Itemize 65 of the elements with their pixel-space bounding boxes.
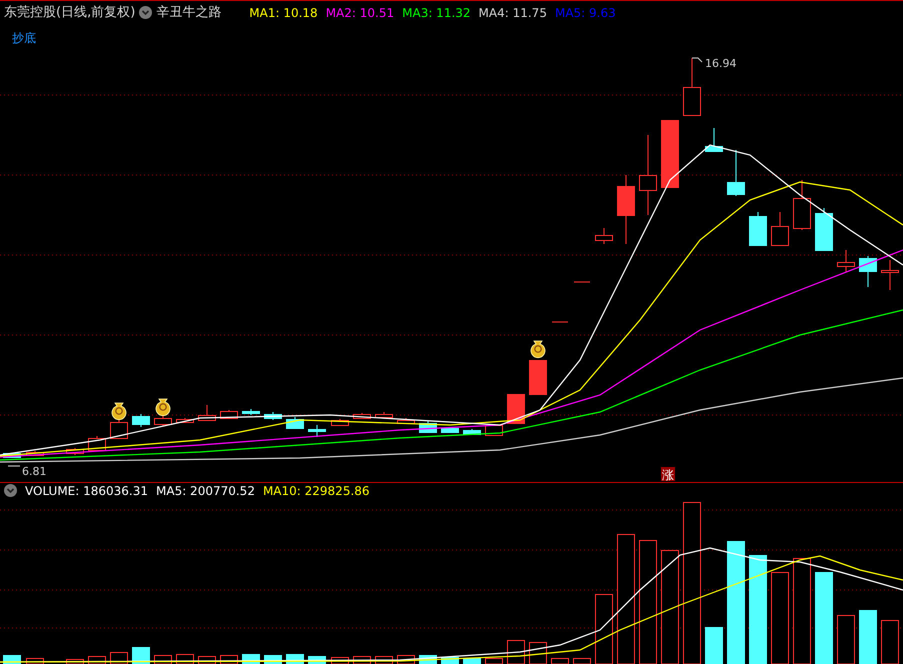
candlestick xyxy=(727,150,745,196)
candlestick xyxy=(815,208,833,252)
money-bag-icon xyxy=(112,402,126,420)
low-price-label: 6.81 xyxy=(8,464,49,478)
chart-title: 东莞控股(日线,前复权) xyxy=(4,4,136,22)
volume-bar xyxy=(859,610,877,664)
candlestick xyxy=(26,450,44,456)
volume-bar xyxy=(507,640,525,664)
volume-bar xyxy=(573,658,591,664)
candlestick xyxy=(375,412,393,418)
candlestick xyxy=(132,414,150,428)
volume-bar xyxy=(881,620,899,664)
candlestick xyxy=(198,404,216,422)
volume-bar xyxy=(485,658,503,664)
high-price-label: 16.94 xyxy=(692,57,736,70)
volume-bar xyxy=(463,658,481,664)
candlestick xyxy=(397,418,415,424)
candlestick xyxy=(176,418,194,424)
candlestick xyxy=(154,414,172,426)
candlestick xyxy=(683,58,701,116)
volume-bar xyxy=(837,615,855,664)
volume-value: VOLUME: 186036.31 xyxy=(25,482,148,500)
dropdown-icon[interactable] xyxy=(4,484,17,497)
candlestick xyxy=(308,424,326,438)
candlestick xyxy=(264,412,282,420)
candlestick xyxy=(837,250,855,272)
ma-value: MA1: 10.18 xyxy=(249,4,318,22)
volume-value: MA5: 200770.52 xyxy=(156,482,255,500)
indicator-name: 辛丑牛之路 xyxy=(156,4,222,22)
ma-value: MA5: 9.63 xyxy=(554,4,616,22)
volume-bar xyxy=(66,659,84,664)
volume-value: MA10: 229825.86 xyxy=(262,482,370,500)
candlestick xyxy=(441,426,459,434)
money-bag-icon xyxy=(530,340,546,358)
dropdown-icon[interactable] xyxy=(139,6,152,19)
candlestick xyxy=(881,260,899,290)
candlestick xyxy=(595,228,613,244)
signal-label: 抄底 xyxy=(12,31,36,45)
ma-value: MA3: 11.32 xyxy=(402,4,471,22)
candlestick xyxy=(771,212,789,246)
candlestick xyxy=(507,394,525,424)
candlestick xyxy=(331,418,349,426)
candlestick xyxy=(3,452,21,458)
candlestick xyxy=(793,180,811,230)
candlestick xyxy=(859,256,877,288)
volume-bar xyxy=(551,658,569,664)
candlestick xyxy=(749,212,767,246)
volume-bar xyxy=(26,658,44,664)
candlestick xyxy=(529,360,547,395)
candlestick xyxy=(617,174,635,244)
money-bag-icon xyxy=(156,398,170,416)
ma-value: MA2: 10.51 xyxy=(326,4,394,22)
ma-value: MA4: 11.75 xyxy=(478,4,547,22)
volume-bar xyxy=(529,642,547,664)
candlestick xyxy=(463,428,481,436)
candlestick xyxy=(661,120,679,188)
volume-bar xyxy=(110,652,128,664)
candlestick xyxy=(242,408,260,416)
candlestick xyxy=(66,448,84,456)
rise-marker: 涨 xyxy=(661,467,675,482)
candlestick xyxy=(705,128,723,152)
candlestick xyxy=(353,412,371,420)
volume-bar xyxy=(705,627,723,664)
volume-bar xyxy=(595,594,613,664)
candlestick xyxy=(110,420,128,440)
